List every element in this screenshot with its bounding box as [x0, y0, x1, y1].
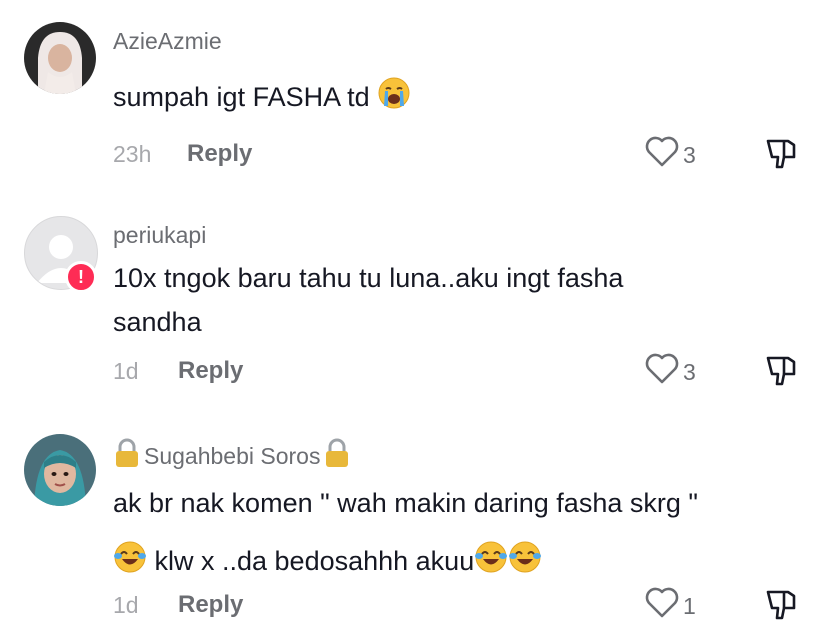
tears-of-joy-face-icon [474, 536, 508, 594]
thumbs-down-icon [764, 139, 798, 175]
comment-text: 10x tngok baru tahu tu luna..aku ingt fa… [113, 256, 813, 344]
like-count: 3 [683, 358, 696, 385]
comment-item: ! periukapi 10x tngok baru tahu tu luna.… [0, 200, 828, 410]
username[interactable]: periukapi [113, 222, 206, 249]
lock-icon [113, 438, 141, 474]
comment-item: Sugahbebi Soros ak br nak komen " wah ma… [0, 410, 828, 636]
comment-text-line: sandha [113, 307, 202, 337]
comment-text-line2: klw x ..da bedosahhh akuu [113, 532, 813, 594]
reply-button[interactable]: Reply [178, 591, 243, 619]
username: Sugahbebi Soros [144, 442, 321, 469]
username-group[interactable]: Sugahbebi Soros [113, 438, 351, 474]
like-count: 1 [683, 592, 696, 619]
username[interactable]: AzieAzmie [113, 28, 222, 55]
comment-item: AzieAzmie sumpah igt FASHA td 23h Reply … [0, 0, 828, 200]
warning-badge-icon: ! [65, 261, 97, 293]
comment-text-content: klw x ..da bedosahhh akuu [147, 546, 475, 576]
comment-text: sumpah igt FASHA td [113, 75, 813, 123]
reply-button[interactable]: Reply [178, 357, 243, 385]
avatar[interactable] [24, 434, 96, 506]
dislike-button[interactable] [764, 354, 798, 393]
comment-time: 1d [113, 358, 139, 384]
tears-of-joy-face-icon [113, 536, 147, 594]
like-button[interactable]: 1 [645, 587, 696, 625]
tears-of-joy-face-icon [508, 536, 542, 594]
comment-time: 23h [113, 141, 152, 167]
thumbs-down-icon [764, 356, 798, 392]
lock-icon [323, 438, 351, 474]
like-button[interactable]: 3 [645, 136, 696, 174]
comment-time: 1d [113, 592, 139, 618]
like-count: 3 [683, 141, 696, 168]
dislike-button[interactable] [764, 588, 798, 627]
reply-button[interactable]: Reply [187, 140, 252, 168]
comment-text-content: sumpah igt FASHA td [113, 82, 378, 112]
comment-text: ak br nak komen " wah makin daring fasha… [113, 474, 813, 594]
dislike-button[interactable] [764, 137, 798, 176]
avatar[interactable] [24, 22, 96, 94]
comment-text-line: ak br nak komen " wah makin daring fasha… [113, 488, 698, 518]
like-button[interactable]: 3 [645, 353, 696, 391]
comment-text-line: 10x tngok baru tahu tu luna..aku ingt fa… [113, 263, 624, 293]
heart-icon [645, 587, 679, 625]
heart-icon [645, 353, 679, 391]
crying-face-icon [377, 76, 411, 123]
heart-icon [645, 136, 679, 174]
thumbs-down-icon [764, 590, 798, 626]
